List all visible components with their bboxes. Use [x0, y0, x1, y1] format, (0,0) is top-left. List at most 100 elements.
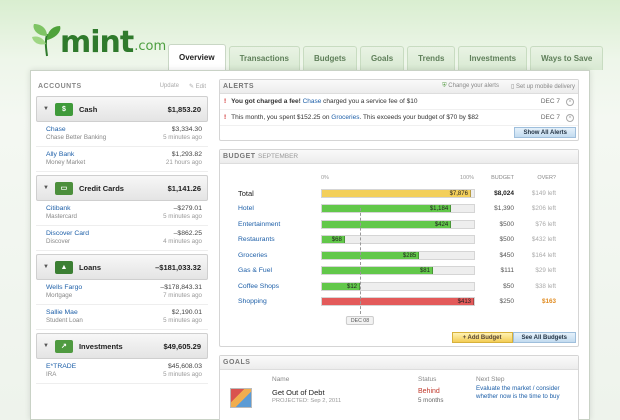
- show-all-alerts-button[interactable]: Show All Alerts: [514, 127, 576, 138]
- today-marker: DEC 08: [345, 316, 375, 325]
- budget-category[interactable]: Hotel: [238, 205, 254, 212]
- see-all-budgets-button[interactable]: See All Budgets: [512, 332, 576, 343]
- tab-goals[interactable]: Goals: [359, 46, 405, 70]
- budget-spent: $7,876: [449, 190, 468, 197]
- budget-remaining: $76 left: [535, 220, 556, 228]
- budget-progress-bar: $424: [322, 220, 452, 228]
- collapse-arrow-icon[interactable]: ▼: [43, 264, 49, 270]
- collapse-arrow-icon[interactable]: ▼: [43, 343, 49, 349]
- tab-overview[interactable]: Overview: [168, 44, 226, 70]
- account-amount: –$178,843.31: [160, 284, 202, 291]
- update-link[interactable]: Update: [160, 83, 179, 90]
- add-budget-button[interactable]: + Add Budget: [451, 332, 513, 343]
- brand-name: mint: [60, 25, 134, 60]
- budget-row[interactable]: Restaurants $68 $500 $432 left: [220, 233, 578, 247]
- account-name[interactable]: E*TRADE: [46, 363, 76, 370]
- budget-category[interactable]: Shopping: [238, 298, 267, 305]
- tab-ways-to-save[interactable]: Ways to Save: [530, 46, 604, 70]
- account-row[interactable]: Sallie Mae Student Loan $2,190.01 5 minute…: [36, 305, 208, 330]
- collapse-arrow-icon[interactable]: ▼: [43, 185, 49, 191]
- budget-amount: $8,024: [494, 189, 514, 197]
- budget-spent: $68: [331, 237, 342, 243]
- budget-row[interactable]: Coffee Shops $12 $50 $38 left: [220, 279, 578, 293]
- mint-logo[interactable]: mint .com: [30, 22, 166, 58]
- budget-spent: $413: [457, 299, 471, 305]
- budget-header: BUDGET SEPTEMBER: [220, 150, 578, 164]
- budget-category[interactable]: Groceries: [238, 252, 267, 259]
- account-amount: $1,293.82: [171, 151, 202, 158]
- budget-month: SEPTEMBER: [258, 153, 299, 160]
- group-cash[interactable]: ▼ $ Cash $1,853.20: [36, 96, 208, 122]
- phone-icon: ▯: [510, 84, 515, 90]
- alert-icon: !: [224, 114, 227, 121]
- budget-row[interactable]: Shopping $413 $250 $163: [220, 295, 578, 309]
- budget-category[interactable]: Entertainment: [238, 221, 280, 228]
- account-name[interactable]: Citibank: [46, 205, 77, 212]
- brand-suffix: .com: [134, 39, 167, 54]
- goal-status: Behind: [418, 388, 440, 395]
- account-type: Chase Better Banking: [46, 134, 107, 141]
- budget-row[interactable]: Total $7,876 $8,024 $149 left: [220, 186, 578, 200]
- group-loans[interactable]: ▼ ▲ Loans –$181,033.32: [36, 254, 208, 280]
- account-name[interactable]: Ally Bank: [46, 151, 85, 158]
- mobile-delivery-link[interactable]: ▯ Set up mobile delivery: [511, 83, 575, 90]
- account-row[interactable]: Chase Chase Better Banking $3,334.30 5 min…: [36, 122, 208, 147]
- account-row[interactable]: E*TRADE IRA $45,608.03 5 minutes ago: [36, 359, 208, 384]
- budget-progress-bar: $285: [322, 251, 420, 259]
- group-investments[interactable]: ▼ ↗ Investments $49,605.29: [36, 333, 208, 359]
- account-name[interactable]: Sallie Mae: [46, 309, 83, 316]
- budget-track: $12: [321, 281, 475, 291]
- budget-row[interactable]: Groceries $285 $450 $164 left: [220, 248, 578, 262]
- account-name[interactable]: Chase: [46, 126, 106, 133]
- edit-link[interactable]: ✎ Edit: [189, 83, 206, 90]
- budget-track: $81: [321, 266, 475, 275]
- alert-date: DEC 7: [540, 98, 560, 105]
- account-name[interactable]: Wells Fargo: [46, 284, 82, 291]
- group-name: Credit Cards: [78, 183, 124, 193]
- tab-transactions[interactable]: Transactions: [228, 46, 300, 70]
- alerts-title: ALERTS: [223, 83, 254, 90]
- account-type: Mastercard: [46, 213, 77, 220]
- budget-column-header: BUDGET: [491, 175, 514, 181]
- budget-category[interactable]: Restaurants: [238, 236, 275, 243]
- budget-row[interactable]: Gas & Fuel $81 $111 $29 left: [220, 264, 578, 278]
- account-name[interactable]: Discover Card: [46, 230, 89, 237]
- collapse-arrow-icon[interactable]: ▼: [43, 106, 49, 112]
- alert-item[interactable]: ! You got charged a fee! Chase charged y…: [220, 94, 578, 110]
- credit-card-icon: ▭: [54, 181, 73, 195]
- budget-row[interactable]: Hotel $1,184 $1,390 $206 left: [220, 202, 578, 216]
- budget-spent: $12: [346, 283, 357, 290]
- scale-end-label: 100%: [460, 175, 475, 181]
- budget-spent: $424: [434, 221, 449, 228]
- dismiss-icon[interactable]: ×: [566, 97, 574, 106]
- goal-name[interactable]: Get Out of Debt: [272, 388, 325, 397]
- accounts-title: ACCOUNTS: [38, 82, 82, 90]
- tab-budgets[interactable]: Budgets: [302, 46, 357, 70]
- account-updated: 5 minutes ago: [163, 317, 202, 324]
- dismiss-icon[interactable]: ×: [566, 113, 574, 122]
- goal-next-step-link[interactable]: Evaluate the market / consider whether n…: [476, 385, 564, 400]
- change-alerts-link[interactable]: ⛨ Change your alerts: [442, 83, 499, 90]
- account-amount: $45,608.03: [167, 363, 202, 370]
- graduation-cap-icon: ▲: [54, 260, 73, 274]
- group-credit-cards[interactable]: ▼ ▭ Credit Cards $1,141.26: [36, 175, 208, 201]
- budget-category[interactable]: Gas & Fuel: [238, 267, 272, 274]
- budget-row[interactable]: Entertainment $424 $500 $76 left: [220, 217, 578, 231]
- account-row[interactable]: Citibank Mastercard –$279.01 5 minutes ago: [36, 201, 208, 226]
- tab-trends[interactable]: Trends: [407, 46, 456, 70]
- account-row[interactable]: Discover Card Discover –$862.25 4 minutes …: [36, 226, 208, 251]
- alert-account-link[interactable]: Chase: [303, 98, 322, 105]
- goals-title: GOALS: [223, 359, 251, 366]
- budget-progress-bar: $12: [322, 282, 360, 290]
- alert-text: charged you a service fee of $10: [321, 98, 418, 105]
- account-row[interactable]: Ally Bank Money Market $1,293.82 21 hours …: [36, 147, 208, 172]
- account-type: Mortgage: [46, 292, 73, 299]
- account-amount: $3,334.30: [171, 126, 202, 133]
- alert-category-link[interactable]: Groceries: [331, 114, 359, 121]
- account-row[interactable]: Wells Fargo Mortgage –$178,843.31 7 minute…: [36, 280, 208, 305]
- budget-remaining: $38 left: [535, 282, 556, 290]
- alert-item[interactable]: ! This month, you spent $152.25 on Groce…: [220, 110, 578, 126]
- accounts-header: ACCOUNTS Update ✎ Edit: [36, 79, 208, 93]
- tab-investments[interactable]: Investments: [458, 46, 528, 70]
- budget-category[interactable]: Coffee Shops: [238, 283, 279, 290]
